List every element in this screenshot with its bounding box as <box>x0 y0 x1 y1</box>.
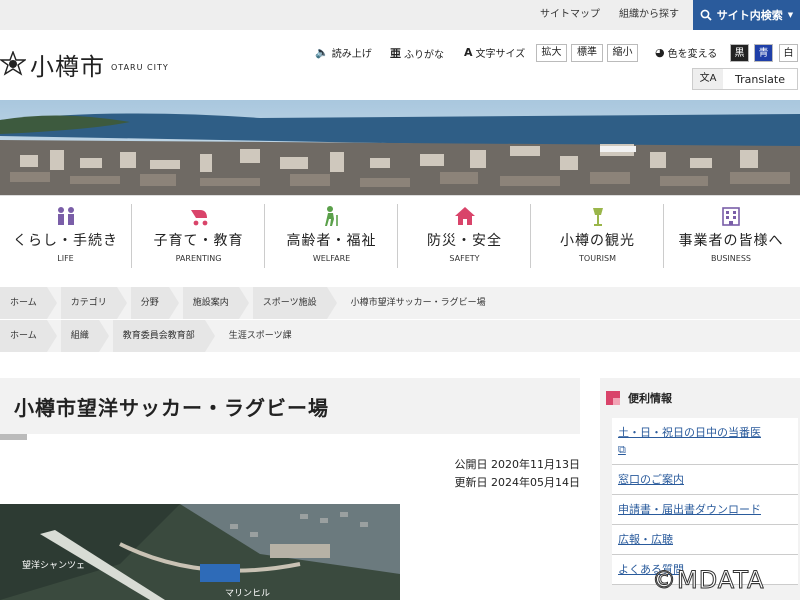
sidebar-link-label: 土・日・祝日の日中の当番医 <box>618 426 761 439</box>
text-size-normal-button[interactable]: 標準 <box>571 44 603 62</box>
text-size-label: 文字サイズ <box>475 49 526 60</box>
photo-label-ski-jump: 望洋シャンツェ <box>22 559 85 570</box>
breadcrumb-item[interactable]: 分野 <box>130 287 179 319</box>
color-blue-button[interactable]: 青 <box>754 44 773 62</box>
category-en-label: PARENTING <box>175 254 222 263</box>
page-title-box: 小樽市望洋サッカー・ラグビー場 <box>0 378 580 434</box>
color-change-label-group: ◕ 色を変える <box>655 45 717 60</box>
category-business[interactable]: 事業者の皆様へ BUSINESS <box>665 204 797 268</box>
building-icon <box>722 207 740 226</box>
updated-label: 更新日 <box>454 476 488 489</box>
breadcrumb-item[interactable]: 組織 <box>60 320 109 352</box>
family-icon <box>57 207 74 225</box>
speaker-icon: 🔈 <box>315 46 329 59</box>
sidebar-link[interactable]: 窓口のご案内 <box>612 465 798 495</box>
gas-lamp-icon <box>592 208 603 226</box>
breadcrumb-item[interactable]: カテゴリ <box>60 287 127 319</box>
breadcrumb-category: ホーム カテゴリ 分野 施設案内 スポーツ施設 小樽市望洋サッカー・ラグビー場 <box>0 287 800 319</box>
external-link-icon: ⧉ <box>618 443 626 456</box>
sidebar-link[interactable]: 広報・広聴 <box>612 525 798 555</box>
text-size-label-group: A 文字サイズ <box>464 45 525 60</box>
category-label: 小樽の観光 <box>560 233 635 249</box>
translate-icon: 文A <box>693 69 723 89</box>
city-emblem-icon <box>0 51 26 76</box>
category-parenting[interactable]: 子育て・教育 PARENTING <box>133 204 265 268</box>
sidebar-link[interactable]: 申請書・届出書ダウンロード <box>612 495 798 525</box>
breadcrumb-organization: ホーム 組織 教育委員会教育部 生涯スポーツ課 <box>0 320 800 352</box>
city-name-en: OTARU CITY <box>111 62 169 72</box>
category-label: 高齢者・福祉 <box>286 233 377 249</box>
breadcrumb-item[interactable]: 施設案内 <box>182 287 249 319</box>
text-size-small-button[interactable]: 縮小 <box>607 44 638 62</box>
updated-date: 2024年05月14日 <box>491 476 580 489</box>
hero-image <box>0 100 800 195</box>
breadcrumb-item[interactable]: 教育委員会教育部 <box>112 320 215 352</box>
site-search-label: サイト内検索 <box>716 9 783 22</box>
category-safety[interactable]: 防災・安全 SAFETY <box>399 204 531 268</box>
color-black-button[interactable]: 黒 <box>730 44 749 62</box>
breadcrumb-item[interactable]: ホーム <box>0 320 57 352</box>
category-en-label: TOURISM <box>579 254 616 263</box>
site-header: 小樽市 OTARU CITY 🔈 読み上げ 亜 ふりがな A 文字サイズ 拡大 … <box>0 30 800 100</box>
category-tourism[interactable]: 小樽の観光 TOURISM <box>532 204 664 268</box>
sidebar-title: 便利情報 <box>628 392 672 405</box>
translate-label: Translate <box>735 72 785 86</box>
translate-button[interactable]: 文A Translate <box>692 68 798 90</box>
sitemap-link[interactable]: サイトマップ <box>540 0 600 30</box>
sidebar-title-group: 便利情報 <box>606 390 672 406</box>
find-by-org-link[interactable]: 組織から探す <box>619 0 679 30</box>
breadcrumb-item[interactable]: ホーム <box>0 287 57 319</box>
category-label: 防災・安全 <box>427 233 502 249</box>
city-name: 小樽市 <box>30 52 105 81</box>
breadcrumb-current: 小樽市望洋サッカー・ラグビー場 <box>350 298 486 308</box>
breadcrumb-current[interactable]: 生涯スポーツ課 <box>219 320 302 352</box>
page-title: 小樽市望洋サッカー・ラグビー場 <box>14 396 329 420</box>
read-aloud-button[interactable]: 🔈 読み上げ <box>315 45 372 60</box>
category-label: 子育て・教育 <box>153 233 244 249</box>
category-en-label: SAFETY <box>449 254 480 263</box>
category-welfare[interactable]: 高齢者・福祉 WELFARE <box>266 204 398 268</box>
info-square-icon <box>606 391 620 405</box>
category-en-label: WELFARE <box>312 254 351 263</box>
watermark: ©MDATA <box>652 566 765 595</box>
stroller-icon <box>190 210 207 226</box>
sidebar-link[interactable]: 土・日・祝日の日中の当番医 ⧉ <box>612 418 798 465</box>
site-logo[interactable]: 小樽市 OTARU CITY <box>0 44 169 84</box>
title-underline <box>0 434 27 440</box>
category-nav: くらし・手続き LIFE 子育て・教育 PARENTING 高齢者・福祉 WEL… <box>0 195 800 275</box>
furigana-label: ふりがな <box>404 49 444 61</box>
house-icon <box>454 207 475 225</box>
category-en-label: LIFE <box>57 254 74 263</box>
site-search-button[interactable]: サイト内検索 ▼ <box>693 0 800 30</box>
color-white-button[interactable]: 白 <box>779 44 798 62</box>
published-label: 公開日 <box>454 458 488 471</box>
read-aloud-label: 読み上げ <box>331 49 372 60</box>
palette-icon: ◕ <box>655 46 665 59</box>
breadcrumb-item[interactable]: スポーツ施設 <box>252 287 337 319</box>
sidebar-link-list: 土・日・祝日の日中の当番医 ⧉ 窓口のご案内 申請書・届出書ダウンロード 広報・広… <box>612 418 798 585</box>
utility-bar: サイトマップ 組織から探す サイト内検索 ▼ <box>0 0 800 30</box>
category-label: くらし・手続き <box>13 233 118 249</box>
chevron-down-icon: ▼ <box>787 11 794 19</box>
page-dates: 公開日 2020年11月13日 更新日 2024年05月14日 <box>455 456 581 492</box>
text-size-icon: A <box>464 46 473 59</box>
category-label: 事業者の皆様へ <box>678 233 784 249</box>
harbor-panorama <box>0 100 800 195</box>
furigana-button[interactable]: 亜 ふりがな <box>390 45 444 61</box>
aerial-photo-image: 望洋シャンツェ マリンヒル <box>0 504 400 600</box>
walking-cane-icon <box>324 206 338 226</box>
search-icon <box>700 9 712 21</box>
color-change-label: 色を変える <box>667 49 718 60</box>
category-en-label: BUSINESS <box>711 254 751 263</box>
photo-label-marine-hill: マリンヒル <box>225 588 270 598</box>
text-size-large-button[interactable]: 拡大 <box>536 44 567 62</box>
furigana-icon: 亜 <box>390 47 401 60</box>
published-date: 2020年11月13日 <box>491 458 580 471</box>
facility-aerial-photo: 望洋シャンツェ マリンヒル <box>0 504 400 600</box>
category-life[interactable]: くらし・手続き LIFE <box>0 204 132 268</box>
